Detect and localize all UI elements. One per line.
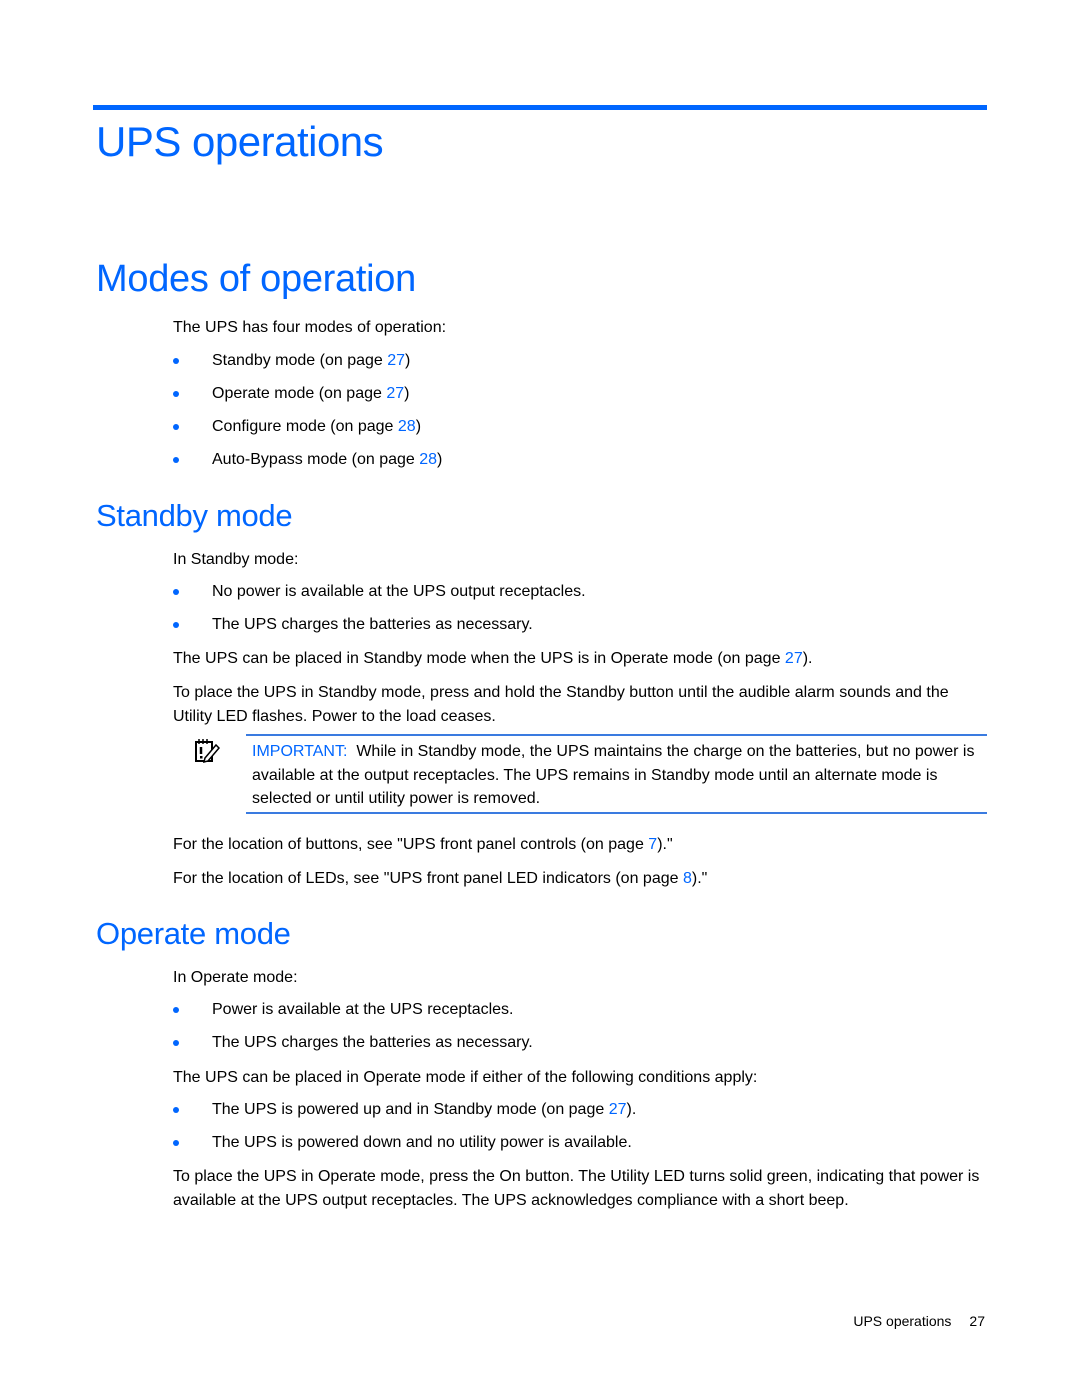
important-note: IMPORTANT: While in Standby mode, the UP…: [246, 734, 987, 814]
bullet-icon: [173, 424, 179, 430]
section-heading-operate: Operate mode: [96, 916, 291, 951]
leds-reference: For the location of LEDs, see "UPS front…: [173, 870, 708, 887]
important-notepad-icon: [195, 739, 220, 764]
bullet-icon: [173, 589, 179, 595]
bullet-icon: [173, 1107, 179, 1113]
bullet-icon: [173, 1007, 179, 1013]
page-link[interactable]: 27: [609, 1101, 627, 1118]
bullet-icon: [173, 1040, 179, 1046]
footer-section: UPS operations: [853, 1313, 952, 1329]
page-link[interactable]: 27: [387, 352, 405, 369]
page-link[interactable]: 27: [386, 385, 404, 402]
bullet-icon: [173, 358, 179, 364]
standby-intro: In Standby mode:: [173, 551, 299, 568]
page-link[interactable]: 28: [419, 451, 437, 468]
footer-page-number: 27: [969, 1313, 985, 1329]
standby-instructions: To place the UPS in Standby mode, press …: [173, 684, 949, 725]
bullet-icon: [173, 622, 179, 628]
chapter-title: UPS operations: [96, 118, 384, 165]
note-text: While in Standby mode, the UPS maintains…: [252, 743, 975, 807]
bullet-icon: [173, 1140, 179, 1146]
modes-intro: The UPS has four modes of operation:: [173, 319, 447, 336]
section-heading-standby: Standby mode: [96, 498, 293, 533]
page-link[interactable]: 7: [648, 836, 657, 853]
page-link[interactable]: 8: [683, 870, 692, 887]
page-footer: UPS operations 27: [853, 1313, 985, 1329]
page-link[interactable]: 28: [398, 418, 416, 435]
operate-instructions: To place the UPS in Operate mode, press …: [173, 1168, 980, 1209]
operate-intro: In Operate mode:: [173, 969, 298, 986]
note-label: IMPORTANT:: [252, 743, 348, 760]
standby-paragraph: The UPS can be placed in Standby mode wh…: [173, 650, 813, 667]
buttons-reference: For the location of buttons, see "UPS fr…: [173, 836, 673, 853]
chapter-rule: [93, 105, 987, 110]
bullet-icon: [173, 457, 179, 463]
bullet-icon: [173, 391, 179, 397]
page-link[interactable]: 27: [785, 650, 803, 667]
section-heading-modes: Modes of operation: [96, 258, 416, 300]
operate-conditions-intro: The UPS can be placed in Operate mode if…: [173, 1069, 758, 1086]
